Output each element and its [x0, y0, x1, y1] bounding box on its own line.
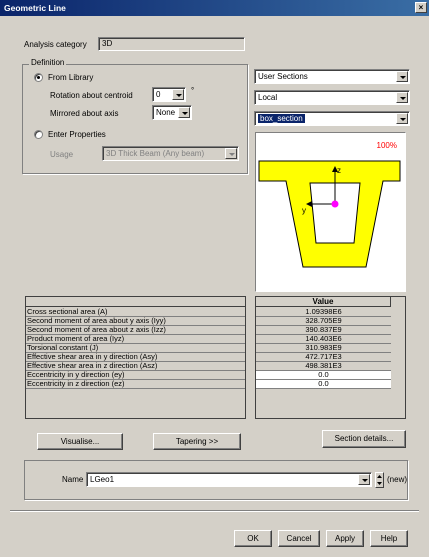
- property-name-cell: Torsional constant (J): [26, 344, 245, 353]
- chevron-down-icon[interactable]: [178, 107, 190, 118]
- property-name-cell: Second moment of area about y axis (Iyy): [26, 317, 245, 326]
- close-icon: ×: [418, 3, 424, 12]
- from-library-radio[interactable]: [34, 73, 43, 82]
- value-column-header: Value: [256, 297, 391, 307]
- name-status: (new): [387, 475, 408, 484]
- spin-arrows-icon: [377, 475, 382, 485]
- analysis-category-label: Analysis category: [24, 40, 87, 49]
- property-name-cell: Product moment of area (Iyz): [26, 335, 245, 344]
- box-section-shape: [258, 160, 401, 268]
- chevron-down-icon: [225, 148, 237, 159]
- name-value: LGeo1: [90, 475, 115, 484]
- rotation-label: Rotation about centroid: [50, 91, 133, 100]
- usage-select: 3D Thick Beam (Any beam): [102, 146, 239, 161]
- enter-properties-label[interactable]: Enter Properties: [48, 130, 106, 139]
- cancel-button[interactable]: Cancel: [278, 530, 320, 547]
- help-button[interactable]: Help: [370, 530, 408, 547]
- mirrored-select[interactable]: None: [152, 105, 192, 120]
- property-value-cell[interactable]: 0.0: [256, 380, 391, 389]
- section-source-value: User Sections: [258, 72, 308, 81]
- bottom-separator: [10, 510, 419, 512]
- section-details-button[interactable]: Section details...: [322, 430, 406, 448]
- property-name-cell: Eccentricity in z direction (ez): [26, 380, 245, 389]
- property-name-cell: Effective shear area in z direction (Asz…: [26, 362, 245, 371]
- title-bar: Geometric Line: [0, 0, 429, 16]
- rotation-select[interactable]: 0: [152, 87, 186, 102]
- close-button[interactable]: ×: [415, 2, 427, 13]
- section-name-select[interactable]: box_section: [254, 111, 410, 126]
- enter-properties-radio[interactable]: [34, 130, 43, 139]
- degree-unit: °: [191, 86, 195, 95]
- property-name-cell: Cross sectional area (A): [26, 308, 245, 317]
- usage-value: 3D Thick Beam (Any beam): [106, 149, 205, 158]
- section-name-value: box_section: [258, 114, 305, 123]
- properties-header-row: [26, 297, 245, 307]
- chevron-down-icon[interactable]: [358, 474, 370, 485]
- usage-label: Usage: [50, 150, 74, 159]
- chevron-down-icon[interactable]: [396, 71, 408, 82]
- box-section-drawing: [258, 160, 401, 268]
- property-name-cell: Eccentricity in y direction (ey): [26, 371, 245, 380]
- analysis-category-field: 3D: [98, 37, 245, 51]
- library-location-select[interactable]: Local: [254, 90, 410, 105]
- from-library-label[interactable]: From Library: [48, 73, 93, 82]
- section-preview: 100% z y: [255, 132, 406, 292]
- library-location-value: Local: [258, 93, 278, 102]
- rotation-value: 0: [156, 90, 161, 99]
- y-axis-label: y: [302, 206, 306, 215]
- centroid-marker: [331, 200, 339, 208]
- name-label: Name: [62, 475, 84, 484]
- window-title: Geometric Line: [4, 3, 66, 13]
- ok-button[interactable]: OK: [234, 530, 272, 547]
- mirrored-value: None: [156, 108, 176, 117]
- z-axis-label: z: [337, 166, 341, 175]
- name-spinner[interactable]: [375, 472, 384, 488]
- tapering-button[interactable]: Tapering >>: [153, 433, 241, 450]
- apply-button[interactable]: Apply: [326, 530, 364, 547]
- chevron-down-icon[interactable]: [172, 89, 184, 100]
- mirrored-label: Mirrored about axis: [50, 109, 119, 118]
- section-source-select[interactable]: User Sections: [254, 69, 410, 84]
- visualise-button[interactable]: Visualise...: [37, 433, 123, 450]
- chevron-down-icon[interactable]: [396, 92, 408, 103]
- definition-group-label: Definition: [29, 58, 67, 67]
- properties-value-table: Value 1.09398E6 328.705E9 390.837E9 140.403…: [255, 296, 406, 419]
- properties-name-table: Cross sectional area (A) Second moment of…: [25, 296, 246, 419]
- name-select[interactable]: LGeo1: [86, 472, 372, 487]
- property-name-cell: Second moment of area about z axis (Izz): [26, 326, 245, 335]
- chevron-down-icon[interactable]: [396, 113, 408, 124]
- property-name-cell: Effective shear area in y direction (Asy…: [26, 353, 245, 362]
